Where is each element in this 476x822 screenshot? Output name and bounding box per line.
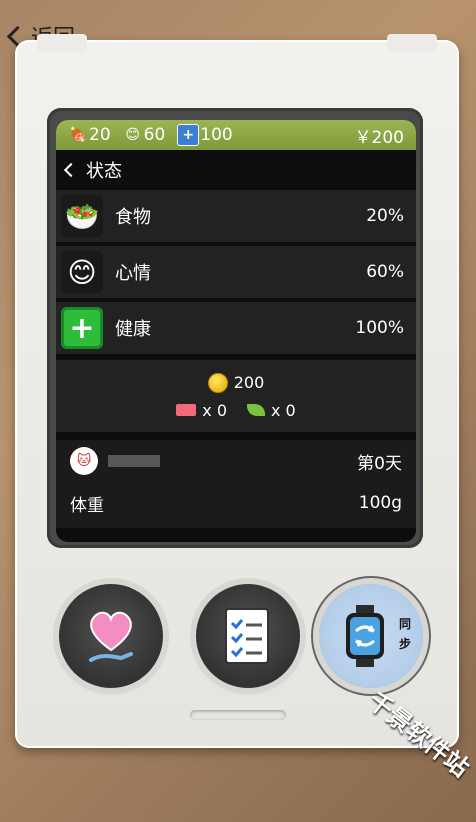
- status-topbar: 🍖 20 😊 60 + 100 ￥200: [56, 120, 416, 150]
- device-frame: 🍖 20 😊 60 + 100 ￥200 状态 🥗 食物 20% 😊 心情 60…: [15, 34, 459, 748]
- device-nub-left: [37, 34, 87, 52]
- screen-bezel: 🍖 20 😊 60 + 100 ￥200 状态 🥗 食物 20% 😊 心情 60…: [47, 108, 423, 548]
- stat-label: 食物: [115, 207, 151, 228]
- sync-label: 同步: [399, 617, 412, 651]
- mood-count: 60: [143, 125, 166, 145]
- stat-value: 20%: [366, 206, 404, 226]
- pet-info-panel: 🐱 第0天 体重 100g: [56, 440, 416, 528]
- food-stat: 🍖 20: [68, 125, 111, 145]
- status-header[interactable]: 状态: [56, 150, 416, 190]
- health-cross-icon: +: [177, 124, 200, 146]
- mood-icon: 😊: [61, 251, 103, 293]
- stat-row-health: + 健康 100%: [56, 302, 416, 354]
- stat-value: 100%: [355, 318, 404, 338]
- leaf-count: x 0: [271, 400, 296, 420]
- stat-label: 健康: [115, 319, 151, 340]
- gold-coin-icon: [207, 372, 228, 393]
- device-nub-right: [387, 34, 437, 52]
- pet-avatar: 🐱: [70, 447, 98, 475]
- health-icon: +: [61, 307, 103, 349]
- weight-label: 体重: [70, 495, 104, 516]
- screen: 🍖 20 😊 60 + 100 ￥200 状态 🥗 食物 20% 😊 心情 60…: [56, 120, 416, 542]
- sync-button[interactable]: 同步: [319, 584, 423, 688]
- smartwatch-sync-icon: [346, 605, 384, 667]
- food-count: 20: [89, 125, 111, 145]
- weight-value: 100g: [358, 493, 402, 513]
- page-title: 状态: [86, 161, 122, 182]
- stat-label: 心情: [115, 263, 151, 284]
- heart-hand-icon: [89, 611, 133, 662]
- money-display: ￥200: [354, 127, 404, 148]
- ticket-count: x 0: [202, 400, 227, 420]
- currency-panel: 200 x 0 x 0: [56, 360, 416, 432]
- health-count: 100: [200, 125, 233, 145]
- leaf-icon: [247, 404, 265, 416]
- checklist-button[interactable]: [196, 584, 300, 688]
- device-grip: [190, 710, 286, 720]
- chevron-left-icon: [63, 162, 79, 178]
- meat-icon: 🍖: [69, 127, 87, 143]
- coin-count: 200: [233, 373, 265, 392]
- stat-row-mood: 😊 心情 60%: [56, 246, 416, 298]
- care-button[interactable]: [59, 584, 163, 688]
- ticket-icon: [176, 404, 197, 416]
- pet-name-blurred: [108, 455, 160, 467]
- stat-row-food: 🥗 食物 20%: [56, 190, 416, 242]
- mood-faces-icon: 😊: [125, 127, 140, 143]
- health-stat: + 100: [177, 124, 233, 146]
- food-icon: 🥗: [61, 195, 103, 237]
- stat-value: 60%: [366, 262, 404, 282]
- day-label: 第0天: [357, 453, 402, 474]
- checklist-icon: [225, 608, 269, 664]
- mood-stat: 😊 60: [123, 125, 166, 145]
